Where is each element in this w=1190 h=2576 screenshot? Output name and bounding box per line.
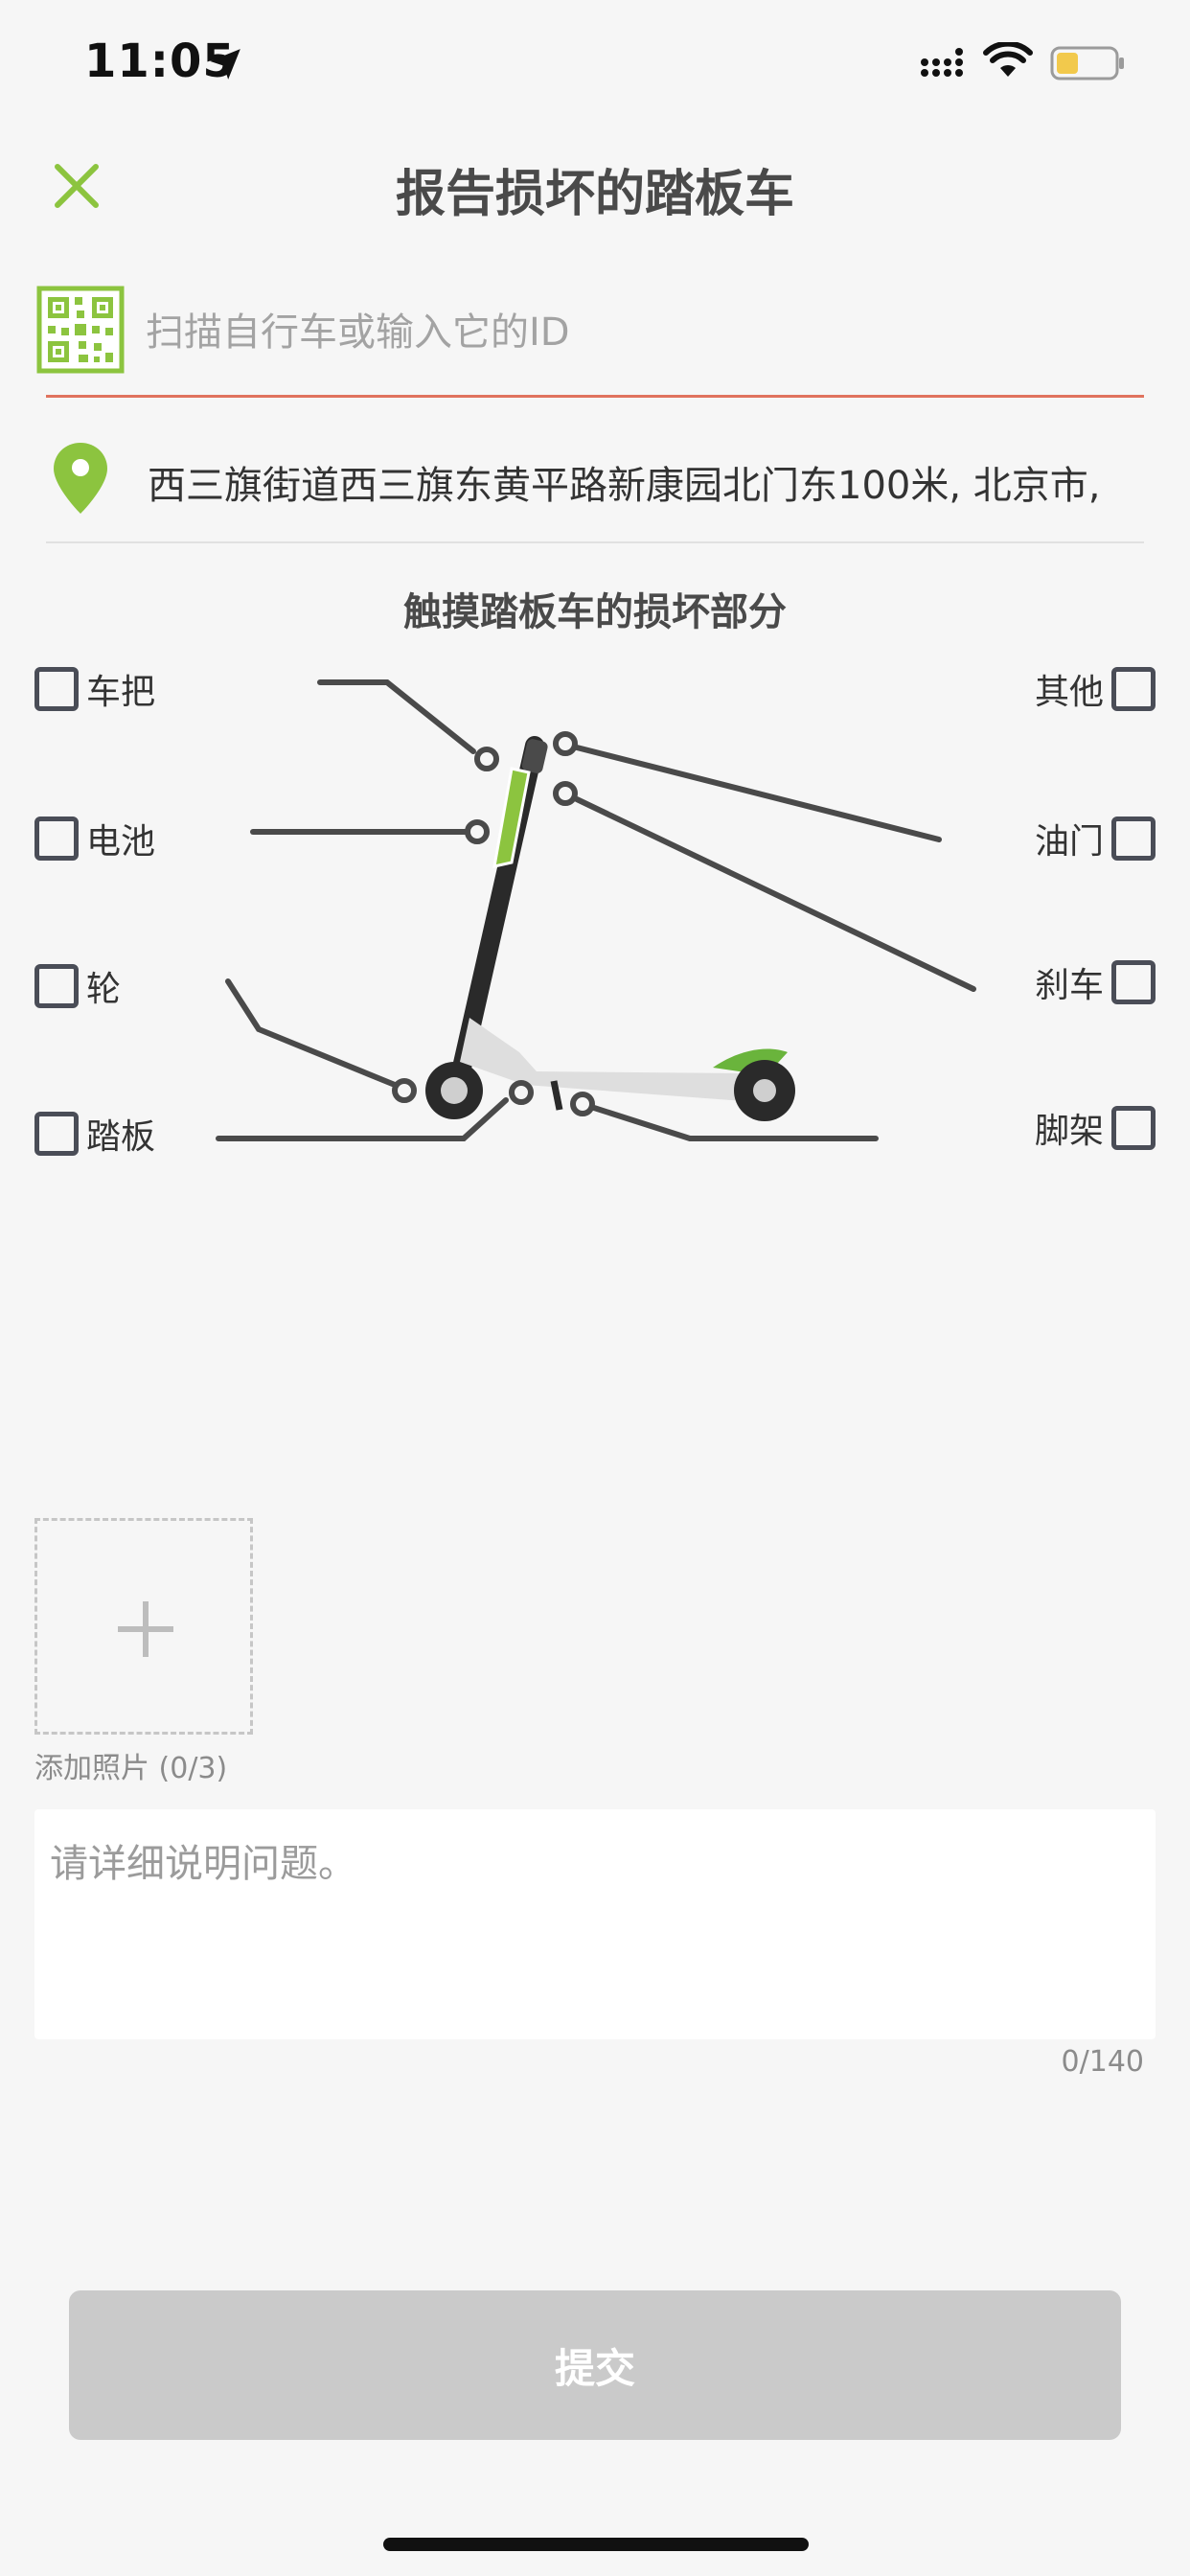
character-counter: 0/140 bbox=[1061, 2045, 1144, 2079]
problem-description-input[interactable] bbox=[34, 1809, 1156, 2039]
add-photo-label: 添加照片 (0/3) bbox=[34, 1752, 228, 1785]
checkbox-other[interactable]: 其他 bbox=[1035, 664, 1156, 714]
checkbox-label: 刹车 bbox=[1034, 966, 1104, 1005]
checkbox-icon[interactable] bbox=[1111, 816, 1156, 861]
checkbox-label: 踏板 bbox=[86, 1117, 156, 1157]
plus-icon bbox=[118, 1601, 173, 1657]
scooter-id-input[interactable] bbox=[146, 297, 1142, 368]
location-arrow-icon bbox=[210, 49, 240, 80]
location-divider bbox=[46, 541, 1144, 543]
checkbox-brake[interactable]: 刹车 bbox=[1035, 957, 1156, 1007]
add-photo-button[interactable] bbox=[34, 1518, 253, 1735]
location-address: 西三旗街道西三旗东黄平路新康园北门东100米, 北京市, bbox=[148, 464, 1101, 508]
cellular-signal-icon bbox=[921, 48, 963, 77]
checkbox-wheel[interactable]: 轮 bbox=[34, 961, 121, 1011]
battery-icon bbox=[1050, 46, 1124, 80]
page-title: 报告损坏的踏板车 bbox=[395, 166, 794, 223]
scooter-illustration bbox=[425, 736, 795, 1121]
checkbox-icon[interactable] bbox=[1111, 667, 1156, 711]
checkbox-icon[interactable] bbox=[1111, 960, 1156, 1004]
checkbox-icon[interactable] bbox=[34, 1112, 79, 1156]
checkbox-label: 油门 bbox=[1034, 822, 1104, 862]
checkbox-icon[interactable] bbox=[1111, 1106, 1156, 1150]
checkbox-label: 车把 bbox=[86, 673, 156, 712]
checkbox-handlebar[interactable]: 车把 bbox=[34, 664, 155, 714]
checkbox-label: 轮 bbox=[86, 970, 122, 1009]
qr-code-icon[interactable] bbox=[36, 286, 125, 374]
checkbox-label: 其他 bbox=[1034, 673, 1104, 712]
checkbox-label: 脚架 bbox=[1034, 1112, 1104, 1151]
checkbox-throttle[interactable]: 油门 bbox=[1035, 814, 1156, 863]
callout-dots bbox=[392, 731, 595, 1116]
checkbox-icon[interactable] bbox=[34, 964, 79, 1008]
checkbox-icon[interactable] bbox=[34, 667, 79, 711]
submit-button[interactable]: 提交 bbox=[69, 2290, 1121, 2440]
checkbox-battery[interactable]: 电池 bbox=[34, 814, 155, 863]
checkbox-icon[interactable] bbox=[34, 816, 79, 861]
checkbox-kickstand[interactable]: 脚架 bbox=[1035, 1103, 1156, 1153]
damaged-parts-title: 触摸踏板车的损坏部分 bbox=[403, 590, 787, 634]
checkbox-label: 电池 bbox=[86, 822, 156, 862]
map-pin-icon bbox=[54, 443, 107, 514]
home-indicator[interactable] bbox=[383, 2538, 809, 2551]
callout-lines bbox=[216, 679, 976, 1141]
scan-input-underline bbox=[46, 395, 1144, 398]
wifi-icon bbox=[983, 42, 1033, 77]
checkbox-deck[interactable]: 踏板 bbox=[34, 1109, 155, 1159]
